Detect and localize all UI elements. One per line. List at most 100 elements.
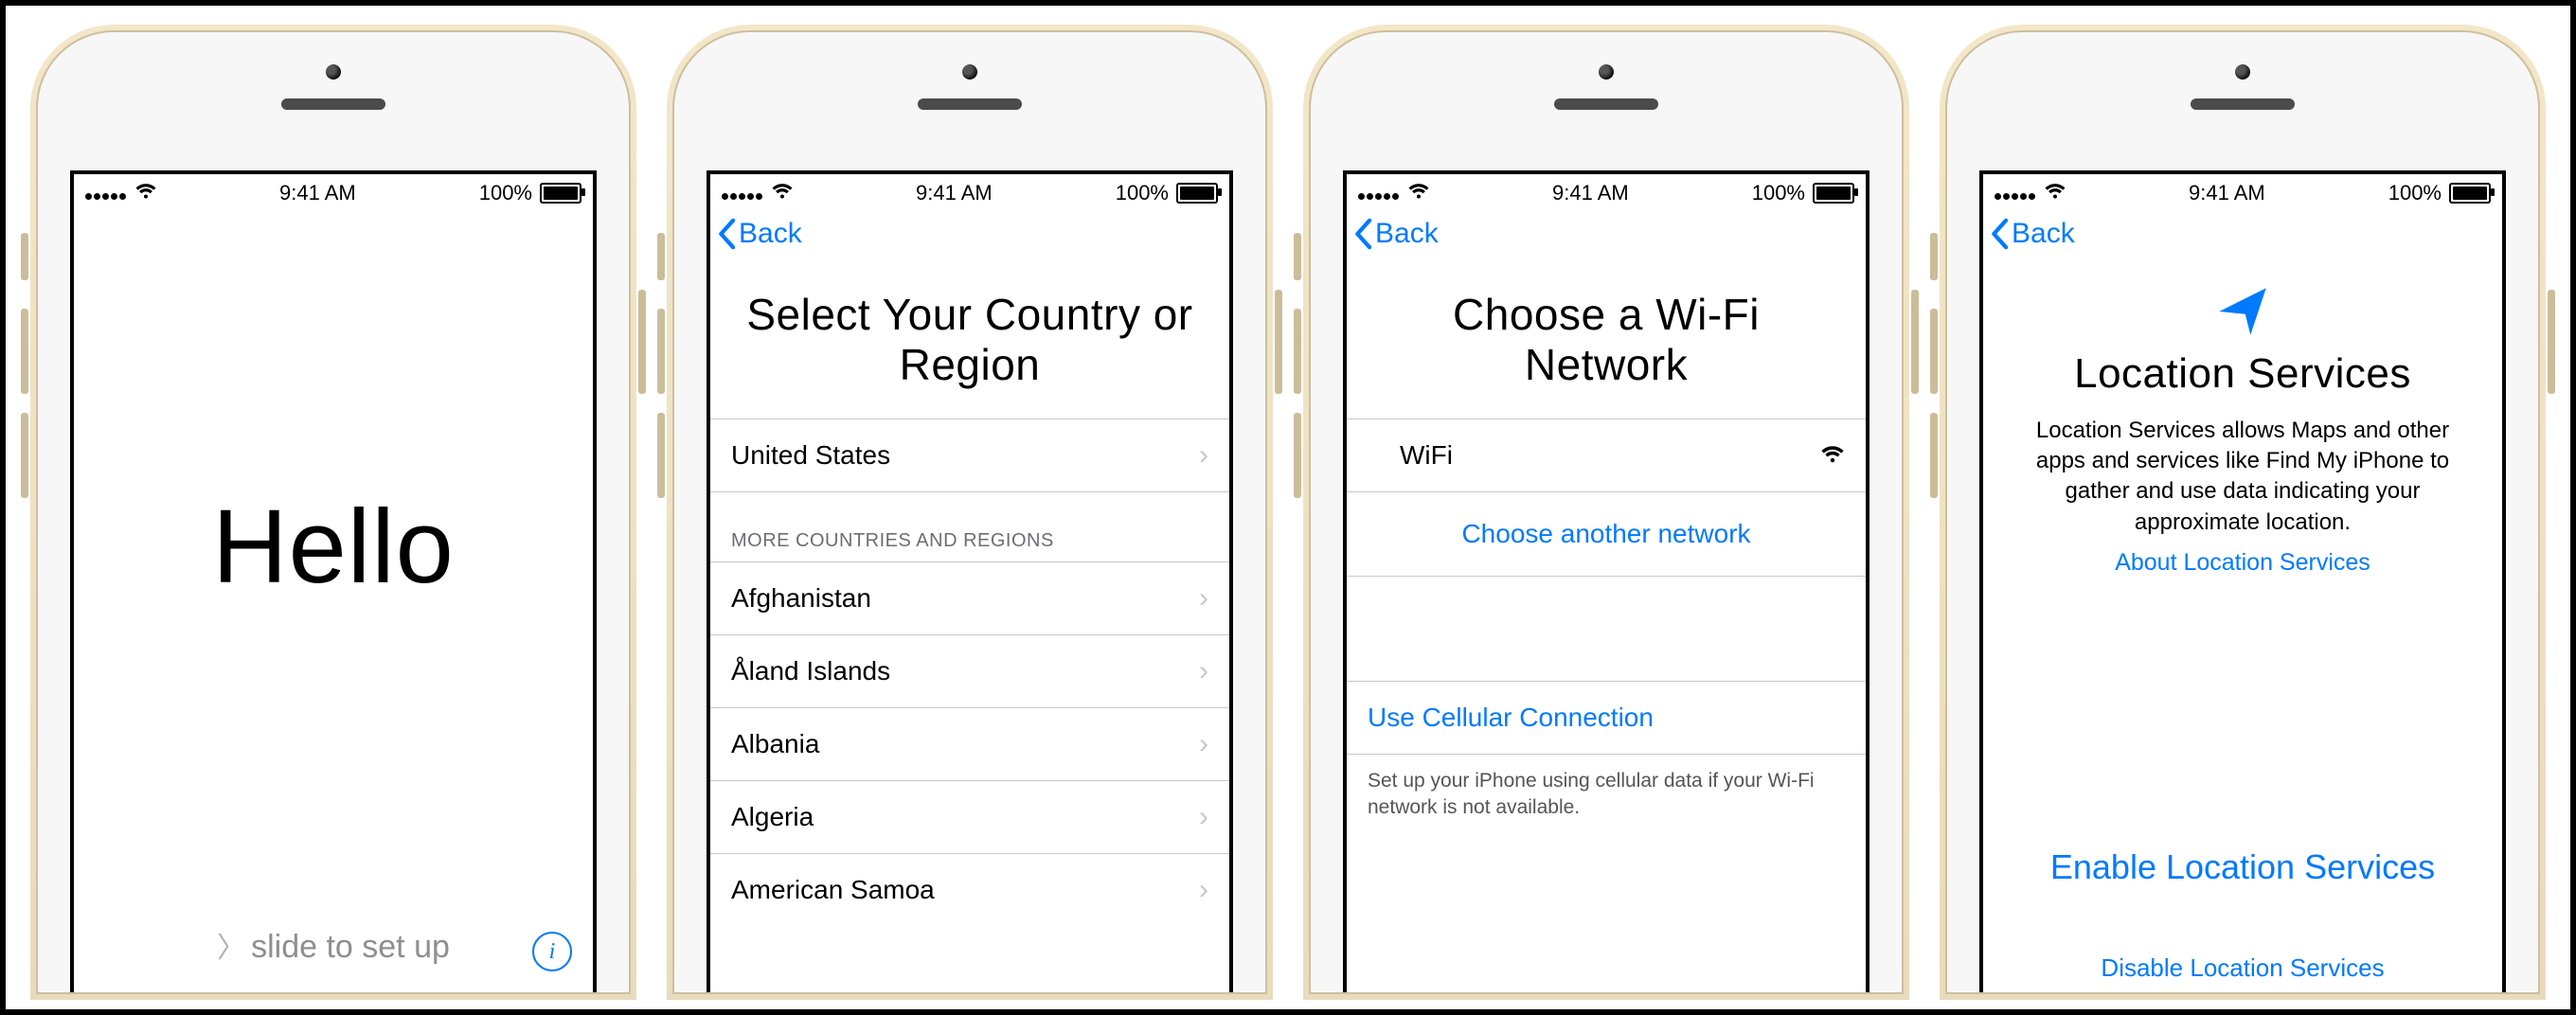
- nav-bar: Back: [1347, 212, 1866, 280]
- cell-signal-icon: [722, 181, 764, 205]
- wifi-icon: [1408, 181, 1429, 205]
- mute-switch: [657, 233, 665, 280]
- chevron-right-icon: ›: [1199, 801, 1208, 833]
- back-label: Back: [1375, 218, 1439, 250]
- mute-switch: [21, 233, 28, 280]
- iphone-frame-wifi: 9:41 AM 100% Back Choose a Wi-Fi Network: [1303, 25, 1909, 1000]
- country-label: Afghanistan: [731, 583, 871, 614]
- country-row-primary[interactable]: United States ›: [710, 419, 1229, 491]
- status-time: 9:41 AM: [1552, 181, 1629, 205]
- disable-location-button[interactable]: Disable Location Services: [1983, 953, 2502, 983]
- battery-percent: 100%: [1116, 181, 1169, 205]
- front-camera: [326, 64, 341, 80]
- chevron-right-icon: ›: [1199, 582, 1208, 614]
- country-row[interactable]: Afghanistan ›: [710, 562, 1229, 634]
- battery-icon: [540, 183, 581, 204]
- hello-greeting: Hello: [74, 487, 593, 607]
- front-camera: [962, 64, 977, 80]
- use-cellular-button[interactable]: Use Cellular Connection: [1347, 682, 1866, 754]
- back-button[interactable]: Back: [716, 218, 802, 250]
- earpiece-speaker: [1554, 98, 1658, 110]
- country-label: United States: [731, 440, 890, 471]
- status-bar: 9:41 AM 100%: [710, 174, 1229, 212]
- volume-down-button: [657, 413, 665, 498]
- volume-down-button: [21, 413, 28, 498]
- page-title: Choose a Wi-Fi Network: [1347, 280, 1866, 418]
- back-label: Back: [2012, 218, 2075, 250]
- battery-icon: [2449, 183, 2491, 204]
- mute-switch: [1930, 233, 1938, 280]
- wifi-icon: [772, 181, 793, 205]
- country-row[interactable]: Albania ›: [710, 708, 1229, 780]
- front-camera: [2235, 64, 2250, 80]
- power-button: [1911, 290, 1919, 394]
- status-time: 9:41 AM: [916, 181, 993, 205]
- back-label: Back: [739, 218, 802, 250]
- choose-another-label: Choose another network: [1461, 519, 1750, 549]
- power-button: [638, 290, 646, 394]
- front-camera: [1599, 64, 1614, 80]
- chevron-left-icon: [716, 218, 737, 250]
- section-header-more: MORE COUNTRIES AND REGIONS: [710, 492, 1229, 561]
- wifi-network-row[interactable]: WiFi: [1347, 419, 1866, 491]
- screen-location: 9:41 AM 100% Back Location Services: [1979, 170, 2506, 992]
- country-label: American Samoa: [731, 875, 935, 905]
- volume-up-button: [21, 309, 28, 394]
- chevron-right-icon: ›: [1199, 874, 1208, 906]
- status-bar: 9:41 AM 100%: [1347, 174, 1866, 212]
- volume-up-button: [657, 309, 665, 394]
- chevron-right-icon: ›: [1199, 728, 1208, 760]
- info-button[interactable]: i: [532, 932, 572, 971]
- page-title: Select Your Country or Region: [710, 280, 1229, 418]
- earpiece-speaker: [918, 98, 1022, 110]
- country-label: Åland Islands: [731, 656, 890, 686]
- slide-to-setup[interactable]: 〉slide to set up: [74, 924, 593, 966]
- status-bar: 9:41 AM 100%: [74, 174, 593, 212]
- country-label: Albania: [731, 729, 819, 759]
- country-row[interactable]: American Samoa ›: [710, 854, 1229, 926]
- status-time: 9:41 AM: [279, 181, 356, 205]
- battery-percent: 100%: [479, 181, 532, 205]
- battery-icon: [1176, 183, 1218, 204]
- slide-label: slide to set up: [251, 929, 450, 965]
- wifi-signal-icon: [1820, 440, 1845, 471]
- about-location-link[interactable]: About Location Services: [1983, 547, 2502, 577]
- device-lineup: 9:41 AM 100% Hello 〉slide to set up i: [0, 0, 2576, 1015]
- location-description: Location Services allows Maps and other …: [1983, 416, 2502, 548]
- nav-bar: Back: [710, 212, 1229, 280]
- earpiece-speaker: [281, 98, 385, 110]
- status-time: 9:41 AM: [2189, 181, 2265, 205]
- volume-down-button: [1294, 413, 1301, 498]
- wifi-icon: [2045, 181, 2066, 205]
- screen-hello: 9:41 AM 100% Hello 〉slide to set up i: [70, 170, 597, 992]
- battery-percent: 100%: [2388, 181, 2442, 205]
- chevron-right-icon: ›: [1199, 655, 1208, 687]
- iphone-frame-location: 9:41 AM 100% Back Location Services: [1940, 25, 2546, 1000]
- chevron-right-icon: 〉: [217, 924, 245, 966]
- page-title: Location Services: [1983, 350, 2502, 416]
- use-cellular-label: Use Cellular Connection: [1368, 703, 1654, 733]
- iphone-frame-hello: 9:41 AM 100% Hello 〉slide to set up i: [30, 25, 636, 1000]
- earpiece-speaker: [2191, 98, 2295, 110]
- country-row[interactable]: Åland Islands ›: [710, 635, 1229, 707]
- volume-up-button: [1930, 309, 1938, 394]
- country-label: Algeria: [731, 802, 814, 832]
- chevron-right-icon: ›: [1199, 439, 1208, 472]
- enable-location-button[interactable]: Enable Location Services: [1983, 847, 2502, 887]
- cell-signal-icon: [85, 181, 128, 205]
- back-button[interactable]: Back: [1352, 218, 1439, 250]
- chevron-left-icon: [1352, 218, 1373, 250]
- battery-percent: 100%: [1752, 181, 1805, 205]
- status-bar: 9:41 AM 100%: [1983, 174, 2502, 212]
- location-arrow-icon: [2211, 280, 2274, 343]
- choose-another-network-button[interactable]: Choose another network: [1347, 492, 1866, 576]
- chevron-left-icon: [1989, 218, 2010, 250]
- power-button: [1275, 290, 1282, 394]
- cell-signal-icon: [1995, 181, 2037, 205]
- country-row[interactable]: Algeria ›: [710, 781, 1229, 853]
- iphone-frame-country: 9:41 AM 100% Back Select Your Country or…: [667, 25, 1273, 1000]
- wifi-icon: [135, 181, 156, 205]
- wifi-network-name: WiFi: [1400, 440, 1453, 471]
- battery-icon: [1813, 183, 1854, 204]
- back-button[interactable]: Back: [1989, 218, 2075, 250]
